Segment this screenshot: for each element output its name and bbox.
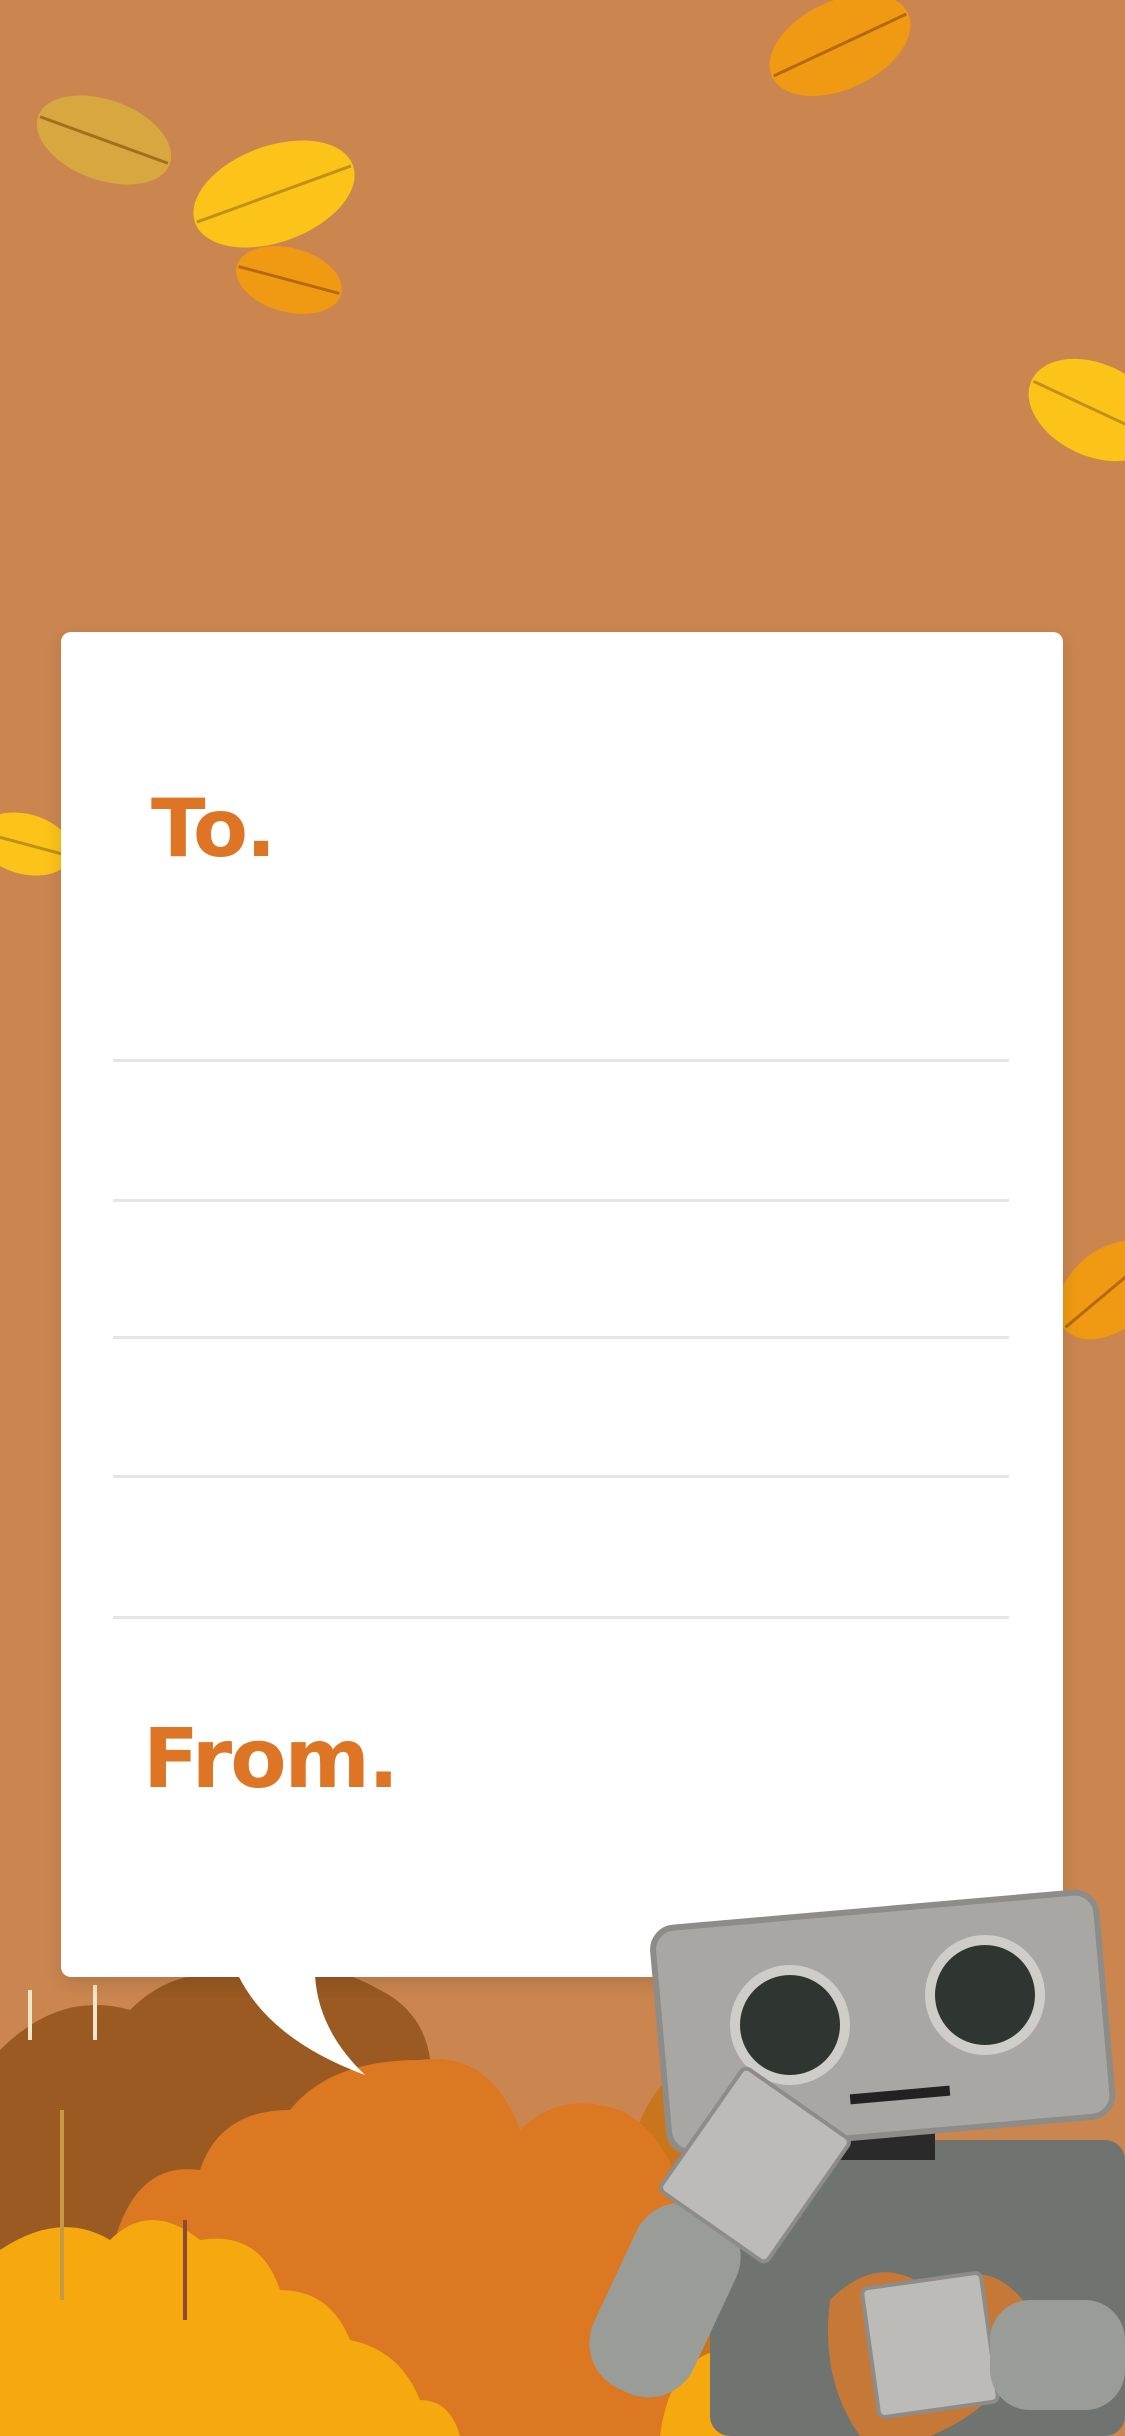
to-label: To. (151, 782, 276, 875)
from-label: From. (143, 1712, 399, 1807)
writing-line[interactable] (113, 1059, 1009, 1062)
message-card: To. From. (61, 632, 1063, 1977)
leaf-icon (236, 246, 342, 314)
leaf-icon (1028, 358, 1125, 462)
writing-line[interactable] (113, 1336, 1009, 1339)
writing-line[interactable] (113, 1199, 1009, 1202)
leaf-icon (193, 140, 355, 248)
leaf-icon (36, 95, 172, 185)
bushes (0, 1967, 800, 2436)
writing-line[interactable] (113, 1616, 1009, 1619)
writing-line[interactable] (113, 1475, 1009, 1478)
leaf-icon (769, 0, 911, 96)
